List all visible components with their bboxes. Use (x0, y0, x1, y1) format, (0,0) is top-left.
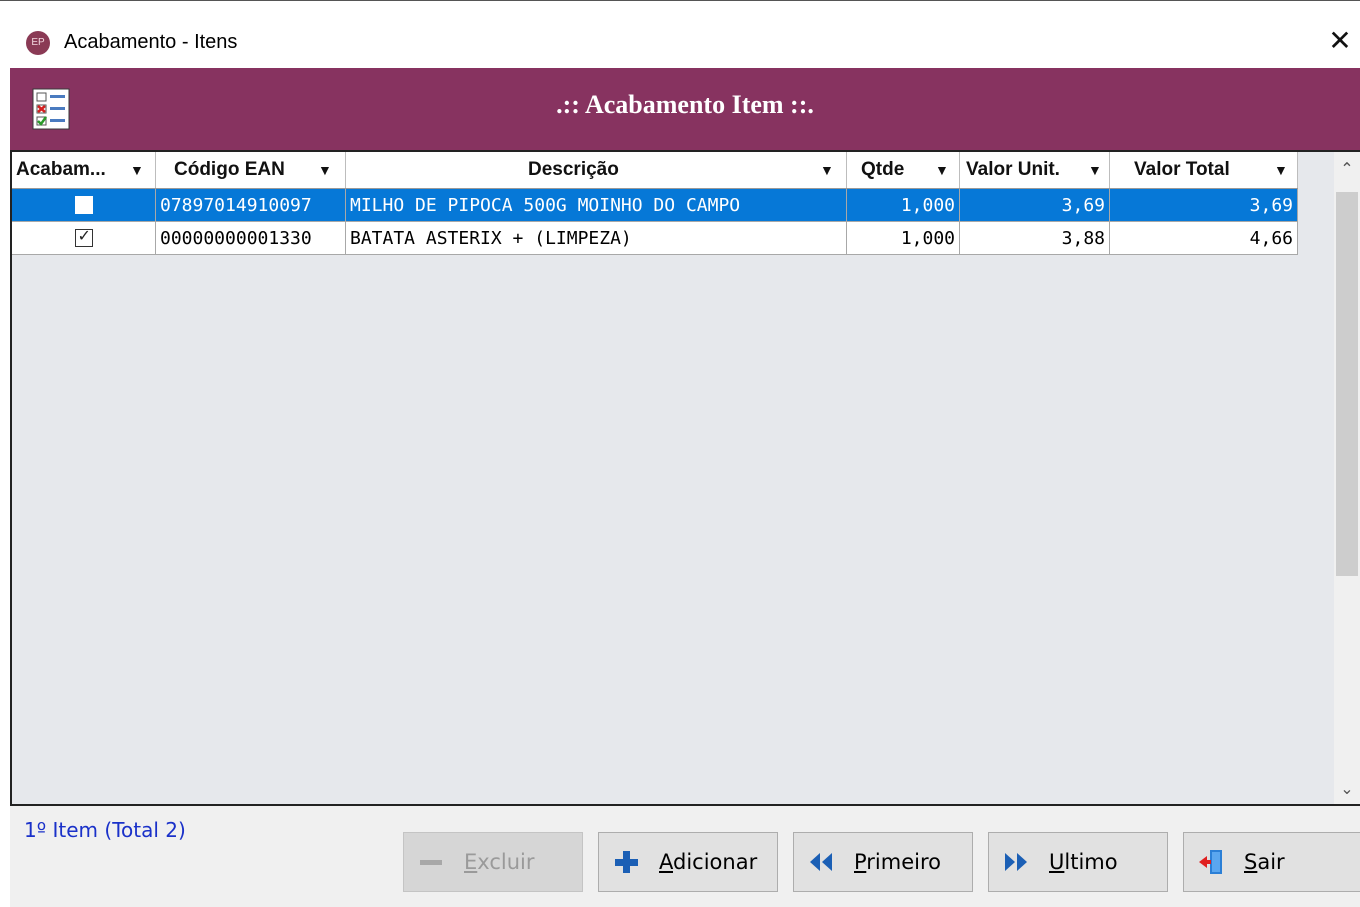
plus-icon (611, 847, 641, 877)
minus-icon (416, 847, 446, 877)
scrollbar-thumb[interactable] (1336, 192, 1358, 576)
descricao-cell: MILHO DE PIPOCA 500G MOINHO DO CAMPO (346, 189, 847, 222)
excluir-label: Excluir (464, 850, 535, 874)
dropdown-arrow-icon[interactable]: ▼ (318, 152, 332, 188)
ean-cell: 00000000001330 (156, 222, 346, 255)
valor-total-cell: 4,66 (1110, 222, 1298, 255)
dropdown-arrow-icon[interactable]: ▼ (130, 152, 144, 188)
descricao-cell: BATATA ASTERIX + (LIMPEZA) (346, 222, 847, 255)
qtde-cell: 1,000 (847, 189, 960, 222)
items-grid[interactable]: Acabam... ▼ Código EAN ▼ Descrição ▼ Qtd… (10, 150, 1360, 806)
dropdown-arrow-icon[interactable]: ▼ (1274, 152, 1288, 188)
window-title: Acabamento - Itens (64, 31, 238, 53)
close-icon[interactable]: ✕ (1326, 27, 1354, 55)
status-text: 1º Item (Total 2) (24, 818, 186, 842)
vertical-scrollbar[interactable]: ⌃ ⌄ (1334, 152, 1360, 804)
dropdown-arrow-icon[interactable]: ▼ (935, 152, 949, 188)
ean-cell: 07897014910097 (156, 189, 346, 222)
header-banner: .:: Acabamento Item ::. (10, 68, 1360, 150)
excluir-button[interactable]: Excluir (403, 832, 583, 892)
column-header-qtde[interactable]: Qtde ▼ (847, 152, 960, 188)
adicionar-button[interactable]: Adicionar (598, 832, 778, 892)
grid-header: Acabam... ▼ Código EAN ▼ Descrição ▼ Qtd… (12, 152, 1298, 189)
exit-door-icon (1196, 847, 1226, 877)
dropdown-arrow-icon[interactable]: ▼ (1088, 152, 1102, 188)
primeiro-button[interactable]: Primeiro (793, 832, 973, 892)
column-header-valor-unit[interactable]: Valor Unit. ▼ (960, 152, 1110, 188)
primeiro-label: Primeiro (854, 850, 941, 874)
double-arrow-right-icon (1001, 847, 1031, 877)
valor-total-cell: 3,69 (1110, 189, 1298, 222)
valor-unit-cell: 3,88 (960, 222, 1110, 255)
footer-bar: 1º Item (Total 2) Excluir Adicionar Prim… (10, 806, 1360, 907)
acabamento-checkbox-cell[interactable]: ✓ (12, 222, 156, 255)
window-titlebar: EP Acabamento - Itens ✕ (0, 0, 1360, 68)
table-row[interactable]: 07897014910097 MILHO DE PIPOCA 500G MOIN… (12, 189, 1298, 222)
dropdown-arrow-icon[interactable]: ▼ (820, 152, 834, 188)
column-header-acabamento[interactable]: Acabam... ▼ (12, 152, 156, 188)
checkbox[interactable]: ✓ (74, 226, 93, 247)
adicionar-label: Adicionar (659, 850, 758, 874)
table-row[interactable]: ✓ 00000000001330 BATATA ASTERIX + (LIMPE… (12, 222, 1298, 255)
checkbox[interactable] (74, 196, 93, 214)
qtde-cell: 1,000 (847, 222, 960, 255)
app-icon: EP (26, 31, 50, 55)
sair-button[interactable]: Sair (1183, 832, 1360, 892)
double-arrow-left-icon (806, 847, 836, 877)
checkmark-icon: ✓ (77, 226, 91, 245)
window-left-edge (0, 68, 10, 907)
valor-unit-cell: 3,69 (960, 189, 1110, 222)
banner-title: .:: Acabamento Item ::. (556, 90, 814, 119)
column-header-valor-total[interactable]: Valor Total ▼ (1110, 152, 1298, 188)
acabamento-checkbox-cell[interactable] (12, 189, 156, 222)
column-header-descricao[interactable]: Descrição ▼ (346, 152, 847, 188)
sair-label: Sair (1244, 850, 1285, 874)
scroll-up-icon[interactable]: ⌃ (1334, 154, 1360, 184)
ultimo-label: Ultimo (1049, 850, 1118, 874)
scroll-down-icon[interactable]: ⌄ (1334, 774, 1360, 804)
ultimo-button[interactable]: Ultimo (988, 832, 1168, 892)
column-header-codigo-ean[interactable]: Código EAN ▼ (156, 152, 346, 188)
